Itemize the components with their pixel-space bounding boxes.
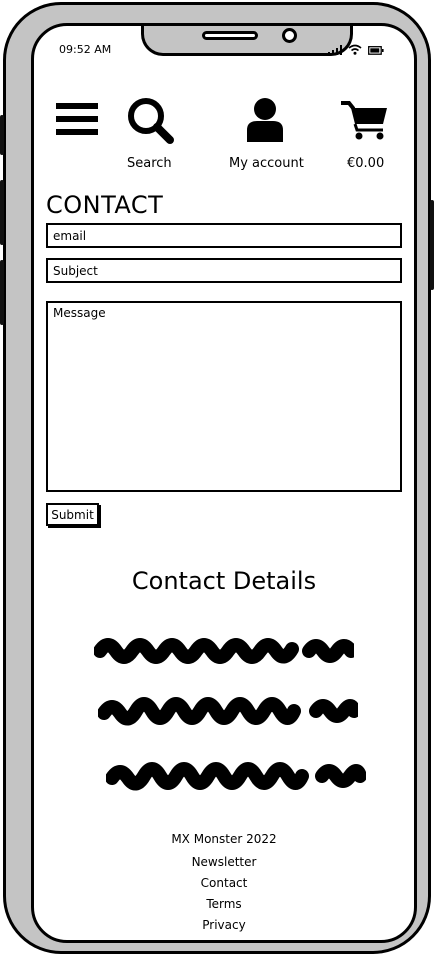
message-field[interactable] bbox=[46, 301, 402, 492]
footer-link-contact[interactable]: Contact bbox=[201, 876, 248, 890]
side-button bbox=[430, 200, 434, 290]
footer-link-terms[interactable]: Terms bbox=[206, 897, 241, 911]
footer-link-privacy[interactable]: Privacy bbox=[202, 918, 245, 932]
status-time: 09:52 AM bbox=[59, 43, 112, 56]
submit-button[interactable]: Submit bbox=[46, 503, 99, 526]
footer-link-newsletter[interactable]: Newsletter bbox=[192, 855, 257, 869]
speaker bbox=[202, 31, 258, 40]
page-title: CONTACT bbox=[46, 191, 164, 219]
cart-button[interactable]: €0.00 bbox=[337, 96, 393, 174]
email-field[interactable] bbox=[46, 223, 402, 248]
user-icon bbox=[247, 98, 283, 142]
redacted-contact-line bbox=[94, 638, 354, 664]
menu-button[interactable] bbox=[56, 101, 100, 139]
battery-icon bbox=[368, 46, 384, 55]
search-label: Search bbox=[127, 156, 172, 171]
search-button[interactable]: Search bbox=[122, 94, 178, 174]
notch bbox=[141, 26, 353, 56]
hamburger-menu-icon bbox=[56, 103, 98, 135]
account-label: My account bbox=[229, 156, 304, 171]
phone-frame: 09:52 AM Search My account €0.00 CONTACT… bbox=[0, 2, 434, 954]
screen: 09:52 AM Search My account €0.00 CONTACT… bbox=[31, 23, 417, 943]
search-icon bbox=[128, 98, 174, 144]
side-button bbox=[0, 260, 4, 325]
signal-icon bbox=[328, 45, 342, 55]
redacted-contact-line bbox=[106, 762, 366, 791]
wifi-icon bbox=[348, 44, 362, 55]
side-button bbox=[0, 115, 4, 155]
status-icons bbox=[328, 44, 384, 55]
cart-icon bbox=[341, 101, 387, 140]
footer-copyright: MX Monster 2022 bbox=[171, 832, 277, 846]
account-button[interactable]: My account bbox=[229, 94, 304, 174]
side-button bbox=[0, 180, 4, 245]
cart-total: €0.00 bbox=[347, 156, 385, 171]
redacted-contact-line bbox=[98, 697, 358, 726]
subject-field[interactable] bbox=[46, 258, 402, 283]
contact-details-title: Contact Details bbox=[131, 567, 317, 595]
camera bbox=[282, 28, 297, 43]
